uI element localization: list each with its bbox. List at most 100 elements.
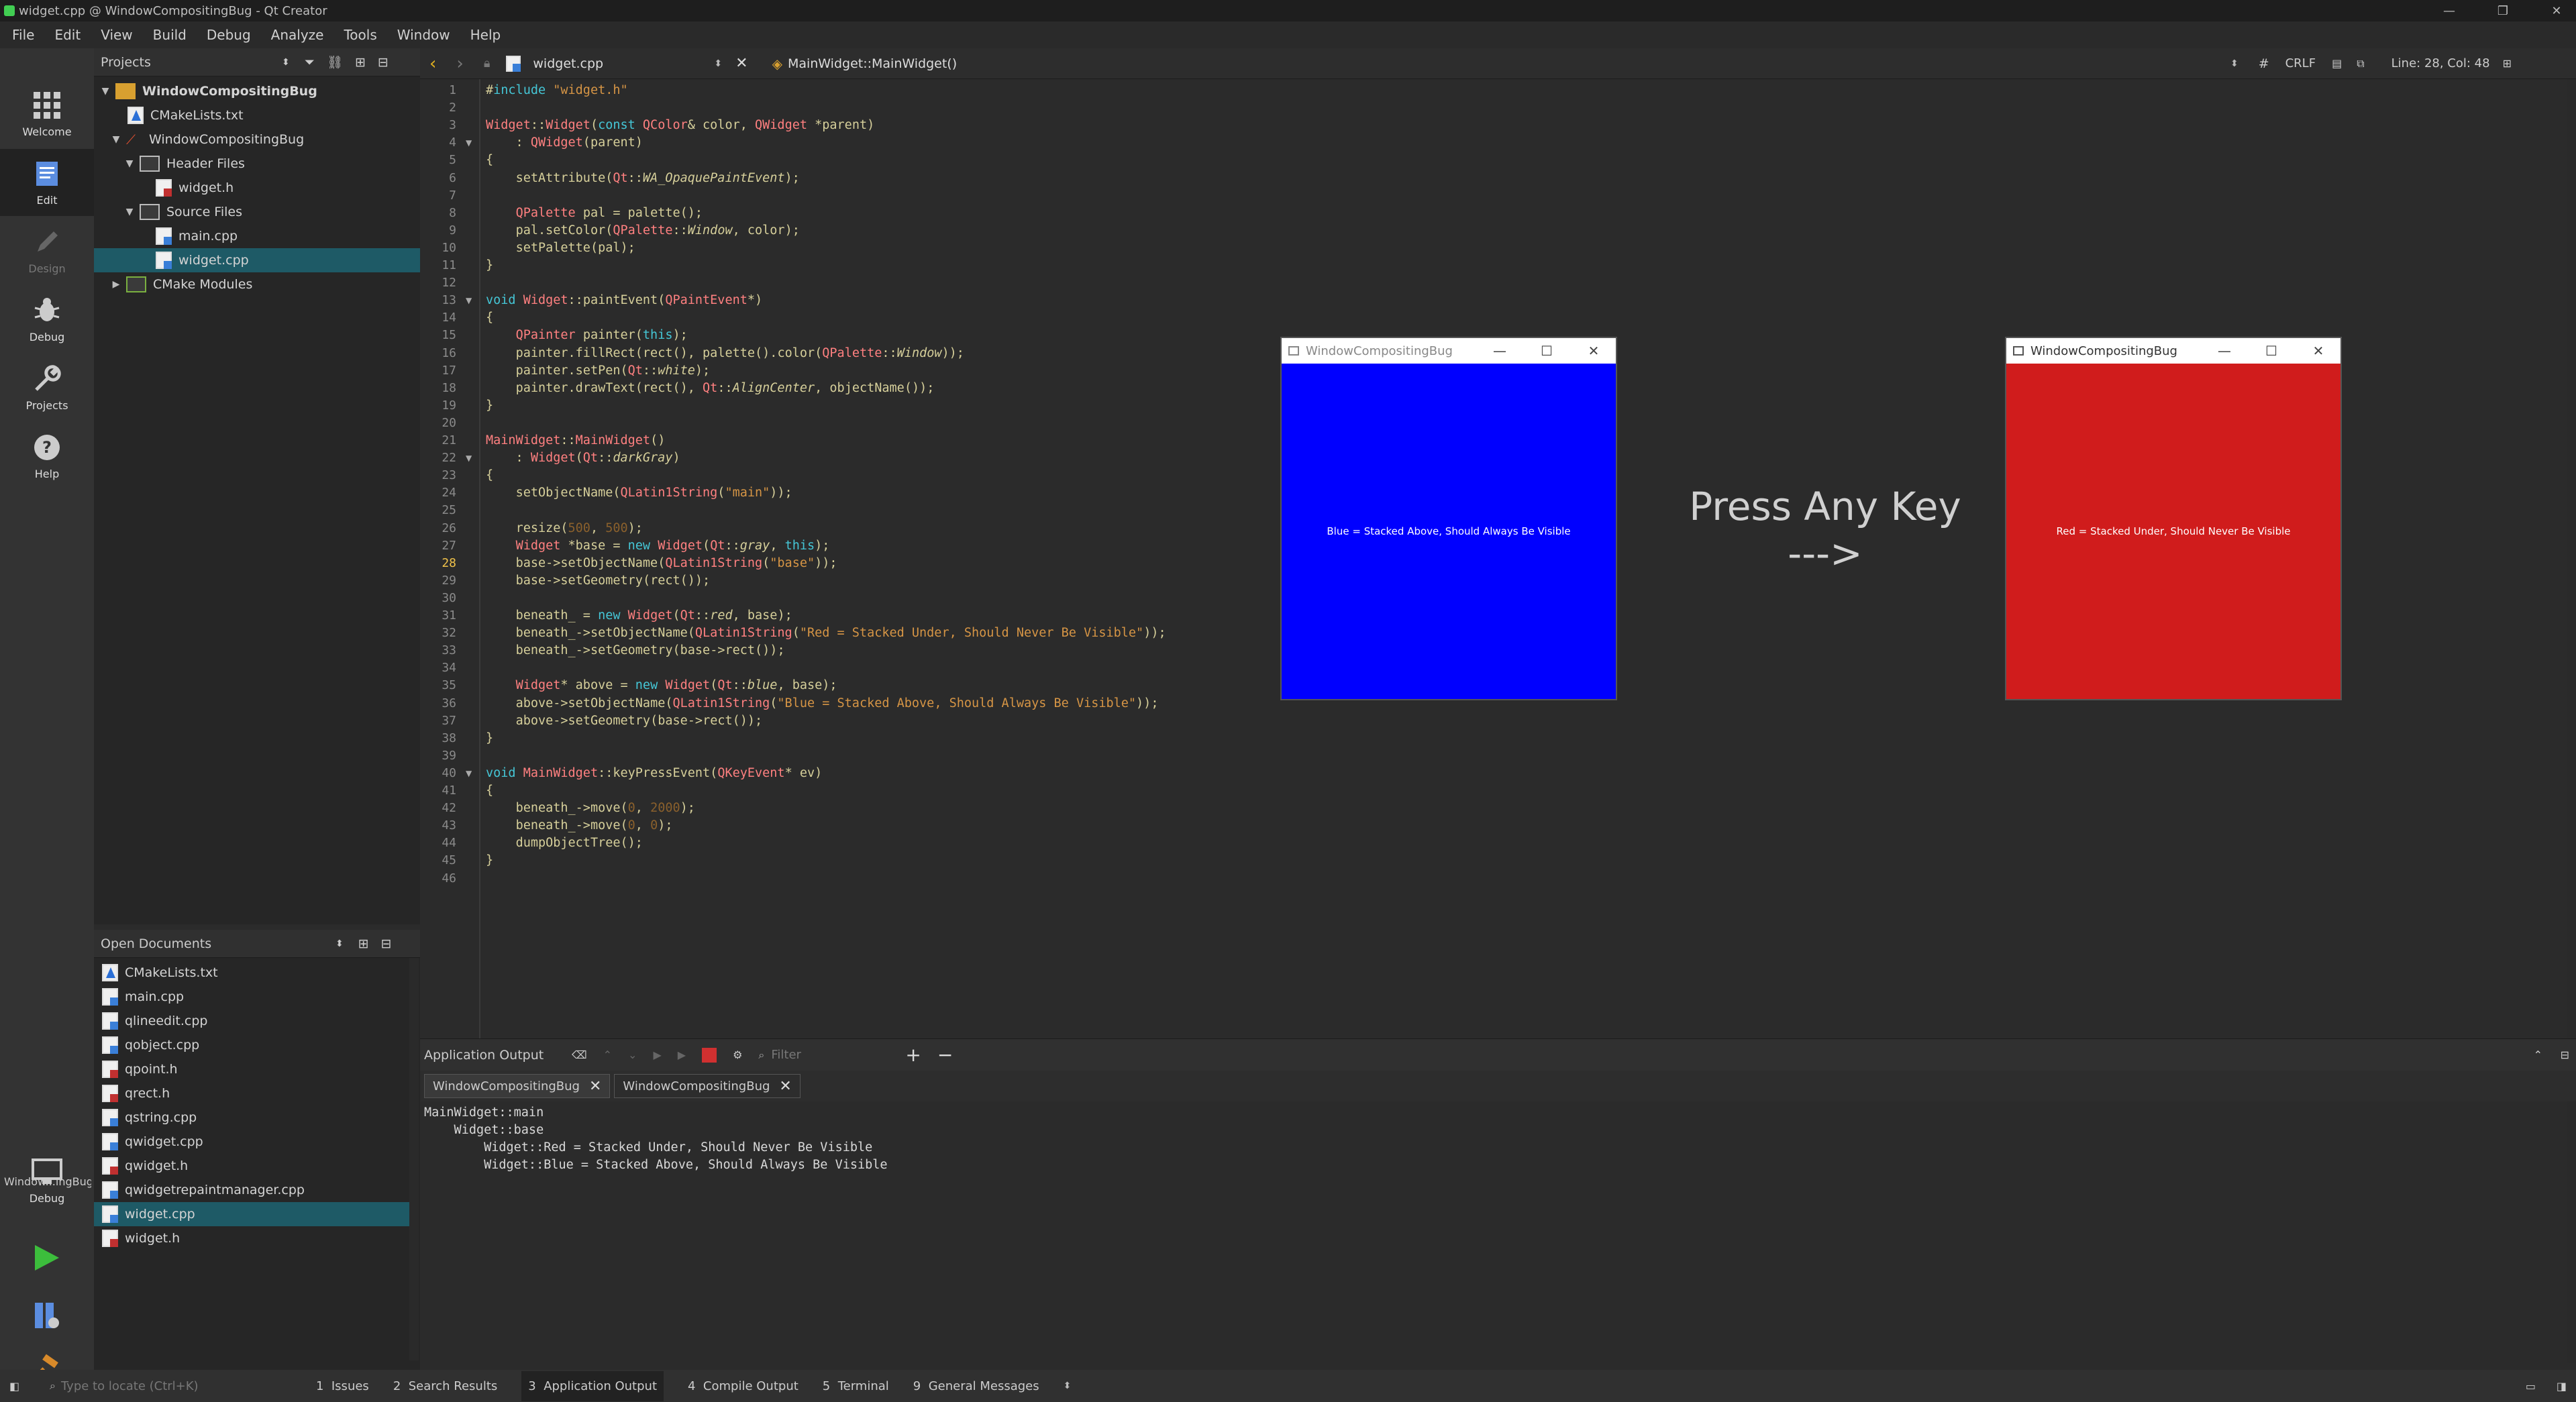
tree-item-cmake-modules[interactable]: ▶ CMake Modules (94, 272, 420, 296)
zoom-out-icon[interactable]: − (937, 1044, 953, 1066)
code-editor[interactable]: #include "widget.h" Widget::Widget(const … (480, 79, 1286, 1038)
open-doc-item[interactable]: qstring.cpp (94, 1106, 409, 1130)
tree-item-widget-h[interactable]: widget.h (94, 176, 420, 200)
open-doc-item[interactable]: CMakeLists.txt (94, 961, 409, 985)
open-doc-item[interactable]: qwidget.h (94, 1154, 409, 1178)
open-doc-item[interactable]: widget.cpp (94, 1202, 409, 1226)
scrollbar[interactable] (409, 958, 419, 1360)
open-doc-item[interactable]: qrect.h (94, 1081, 409, 1106)
chevron-updown-icon[interactable]: ⬍ (2230, 58, 2238, 69)
menu-file[interactable]: File (12, 27, 34, 43)
filter-icon[interactable]: ⏷ (305, 55, 315, 70)
status-tab-search-results[interactable]: 2 Search Results (393, 1379, 497, 1393)
projects-title[interactable]: Projects (101, 55, 282, 70)
mode-design[interactable]: Design (0, 217, 94, 284)
status-tab-application-output[interactable]: 3 Application Output (521, 1370, 664, 1401)
open-doc-item[interactable]: qwidget.cpp (94, 1130, 409, 1154)
toggle-sidebar-icon[interactable]: ◧ (9, 1380, 36, 1393)
split-editor-icon[interactable]: ⊞ (2503, 57, 2512, 70)
menu-debug[interactable]: Debug (207, 27, 251, 43)
current-file-combo[interactable]: widget.cpp (533, 56, 714, 71)
cursor-position[interactable]: Line: 28, Col: 48 (2391, 56, 2492, 70)
open-doc-item[interactable]: qlineedit.cpp (94, 1009, 409, 1033)
chevron-up-icon[interactable]: ⌃ (603, 1048, 612, 1061)
chevron-updown-icon[interactable]: ⬍ (714, 58, 722, 69)
line-ending-label[interactable]: CRLF (2285, 56, 2316, 70)
menu-tools[interactable]: Tools (344, 27, 376, 43)
app-window-red[interactable]: WindowCompositingBug — ☐ ✕ Red = Stacked… (2005, 337, 2342, 700)
fold-marker-icon[interactable]: ▼ (466, 296, 472, 305)
maximize-pane-icon[interactable]: ⌃ (2534, 1048, 2542, 1061)
close-button[interactable]: ✕ (1570, 338, 1617, 364)
chevron-right-icon[interactable]: ▶ (110, 279, 122, 290)
debug-run-button[interactable] (31, 1300, 62, 1331)
mode-projects[interactable]: Projects (0, 354, 94, 421)
maximize-button[interactable]: ☐ (1523, 338, 1570, 364)
open-documents-title[interactable]: Open Documents (101, 936, 336, 951)
editor-scrollbar[interactable] (2567, 79, 2576, 1038)
attach-icon[interactable]: ▶ (678, 1048, 686, 1061)
chevron-down-icon[interactable]: ▼ (123, 207, 136, 217)
minimize-button[interactable]: — (2201, 338, 2248, 364)
settings-icon[interactable]: ⚙ (733, 1048, 742, 1061)
app-window-blue[interactable]: WindowCompositingBug — ☐ ✕ Blue = Stacke… (1280, 337, 1617, 700)
status-tab-issues[interactable]: 1 Issues (316, 1379, 369, 1393)
tree-item-source-files[interactable]: ▼ Source Files (94, 200, 420, 224)
chevron-down-icon[interactable]: ▼ (123, 158, 136, 169)
chevron-updown-icon[interactable]: ⬍ (1064, 1381, 1072, 1391)
close-pane-icon[interactable]: ⊟ (378, 55, 389, 70)
fold-marker-icon[interactable]: ▼ (466, 769, 472, 778)
open-doc-item[interactable]: widget.h (94, 1226, 409, 1250)
application-output-text[interactable]: MainWidget::main Widget::base Widget::Re… (420, 1101, 2567, 1363)
status-tab-compile-output[interactable]: 4 Compile Output (688, 1379, 798, 1393)
menu-build[interactable]: Build (153, 27, 187, 43)
open-doc-item[interactable]: main.cpp (94, 985, 409, 1009)
close-icon[interactable]: ✕ (779, 1078, 791, 1095)
mode-edit[interactable]: Edit (0, 149, 94, 216)
tree-item-target[interactable]: ▼ ⟋ WindowCompositingBug (94, 127, 420, 152)
link-icon[interactable]: ⛓ (327, 54, 343, 70)
maximize-button[interactable]: ☐ (2248, 338, 2295, 364)
minimize-button[interactable]: — (2429, 0, 2469, 21)
mode-debug[interactable]: Debug (0, 286, 94, 353)
output-scrollbar[interactable] (2567, 1101, 2576, 1363)
close-document-icon[interactable]: ✕ (735, 55, 748, 72)
stop-icon[interactable] (702, 1047, 717, 1063)
close-pane-icon[interactable]: ⊟ (381, 936, 392, 951)
toggle-right-sidebar-icon[interactable]: ◨ (2557, 1380, 2567, 1393)
menu-edit[interactable]: Edit (54, 27, 81, 43)
filter-input[interactable]: Filter (771, 1048, 905, 1062)
menu-view[interactable]: View (101, 27, 132, 43)
locator-input[interactable]: Type to locate (Ctrl+K) (61, 1379, 316, 1393)
open-doc-item[interactable]: qobject.cpp (94, 1033, 409, 1057)
tree-item-project[interactable]: ▼ WindowCompositingBug (94, 79, 420, 103)
output-tab[interactable]: WindowCompositingBug ✕ (614, 1074, 801, 1098)
symbol-combo[interactable]: MainWidget::MainWidget() (788, 56, 2230, 71)
chevron-down-icon[interactable]: ▼ (110, 134, 122, 145)
open-doc-item[interactable]: qpoint.h (94, 1057, 409, 1081)
menu-window[interactable]: Window (397, 27, 450, 43)
menu-help[interactable]: Help (470, 27, 501, 43)
clean-icon[interactable]: ⌫ (572, 1048, 587, 1061)
fold-marker-icon[interactable]: ▼ (466, 453, 472, 463)
chevron-down-icon[interactable]: ▼ (99, 86, 111, 97)
close-button[interactable]: ✕ (2295, 338, 2342, 364)
rerun-icon[interactable]: ▶ (653, 1048, 661, 1061)
target-selector[interactable]: Debug (0, 1147, 94, 1214)
open-doc-item[interactable]: qwidgetrepaintmanager.cpp (94, 1178, 409, 1202)
split-icon[interactable]: ⊞ (355, 55, 366, 70)
menu-analyze[interactable]: Analyze (271, 27, 324, 43)
close-pane-icon[interactable]: ⊟ (2561, 1048, 2569, 1061)
close-icon[interactable]: ✕ (589, 1078, 601, 1095)
fold-marker-icon[interactable]: ▼ (466, 138, 472, 148)
status-tab-terminal[interactable]: 5 Terminal (823, 1379, 889, 1393)
chevron-updown-icon[interactable]: ⬍ (336, 938, 344, 949)
run-button[interactable] (31, 1242, 62, 1273)
split-icon[interactable]: ⧉ (2357, 57, 2364, 70)
tree-item-widget-cpp[interactable]: widget.cpp (94, 248, 420, 272)
back-icon[interactable]: ‹ (429, 54, 436, 74)
zoom-in-icon[interactable]: + (905, 1044, 921, 1066)
lock-icon[interactable]: 🔒︎ (484, 56, 491, 70)
output-tab[interactable]: WindowCompositingBug ✕ (424, 1074, 611, 1098)
tree-item-cmakelists[interactable]: CMakeLists.txt (94, 103, 420, 127)
